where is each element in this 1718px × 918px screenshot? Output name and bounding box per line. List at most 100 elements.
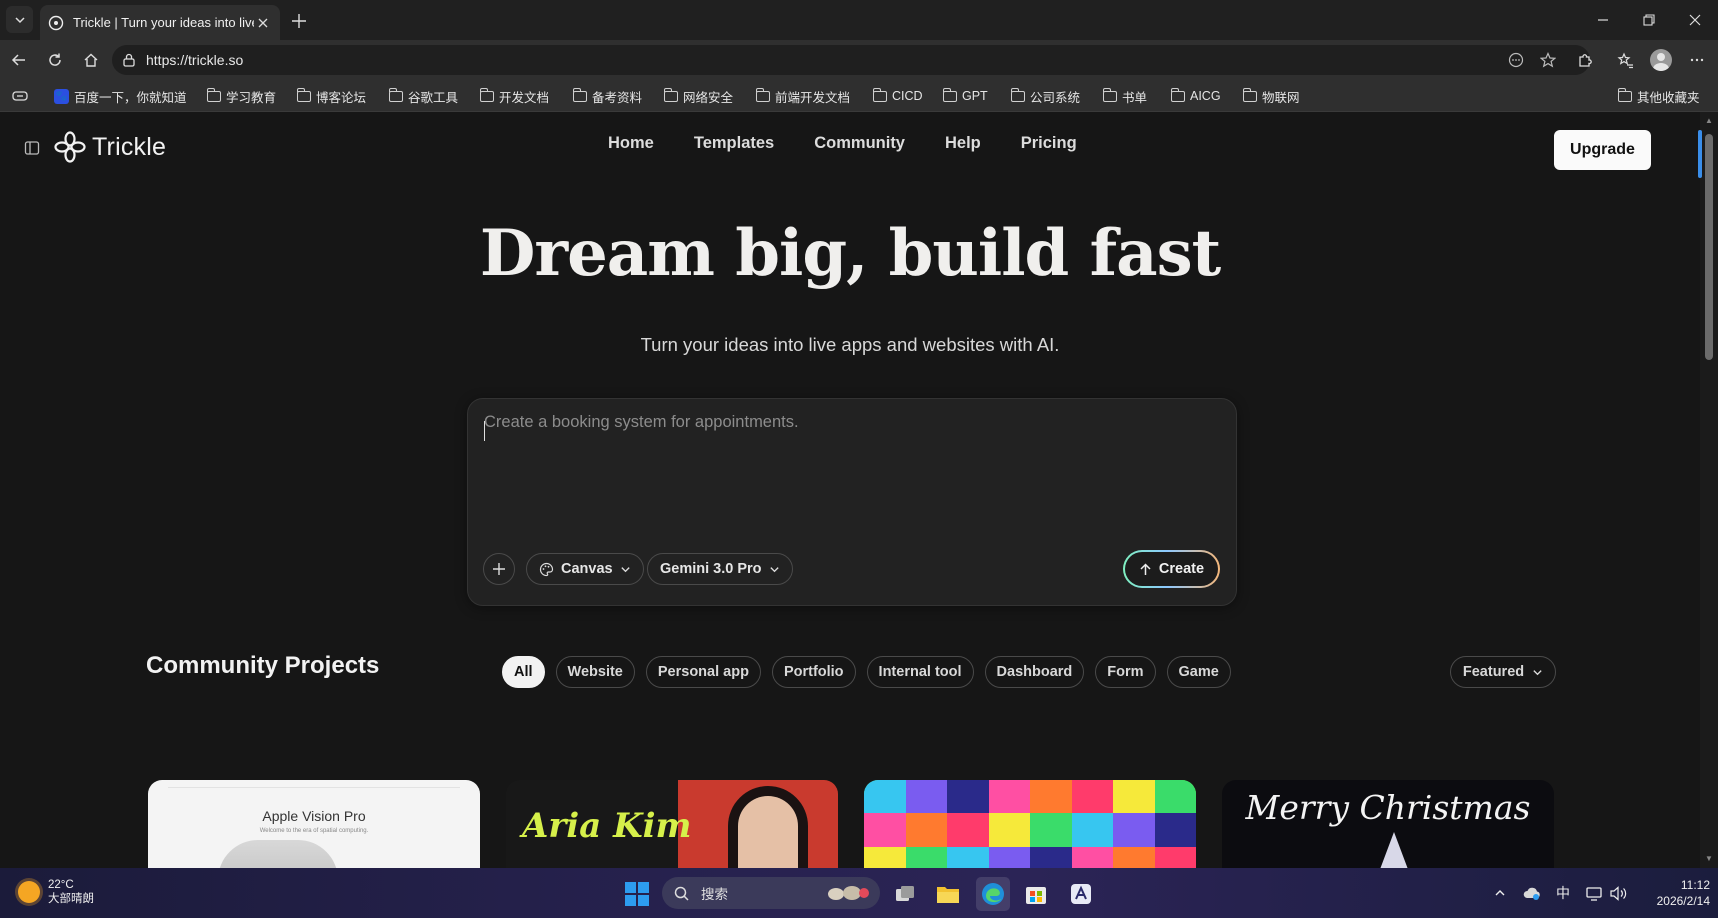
upgrade-button[interactable]: Upgrade	[1554, 130, 1651, 170]
edge-browser-button[interactable]	[976, 877, 1010, 911]
bookmark-item[interactable]: 前端开发文档	[755, 87, 850, 105]
filter-chip-personal-app[interactable]: Personal app	[645, 656, 761, 688]
bookmark-item[interactable]: 开发文档	[479, 87, 549, 105]
sort-dropdown[interactable]: Featured	[1450, 656, 1556, 688]
prompt-input[interactable]	[484, 413, 1214, 523]
star-icon	[1540, 52, 1556, 68]
weather-widget[interactable]: 22°C 大部晴朗	[18, 878, 94, 906]
filter-chip-all[interactable]: All	[502, 656, 545, 688]
task-view-button[interactable]	[888, 877, 922, 911]
bookmarks-sidebar-icon[interactable]	[12, 87, 28, 105]
prompt-box: Canvas Gemini 3.0 Pro Create	[467, 398, 1237, 606]
url-text: https://trickle.so	[146, 52, 244, 68]
other-bookmarks[interactable]: 其他收藏夹	[1617, 87, 1700, 105]
project-card-aria-kim[interactable]: Aria Kim	[506, 780, 838, 868]
favorites-list-icon	[1616, 51, 1633, 68]
ime-indicator[interactable]: 中	[1552, 868, 1574, 918]
folder-icon	[1010, 87, 1025, 102]
project-card-christmas[interactable]: Merry Christmas	[1222, 780, 1554, 868]
page-scrollbar[interactable]: ▲ ▼	[1700, 112, 1718, 868]
bookmark-item[interactable]: 书单	[1102, 87, 1147, 105]
trickle-logo-icon	[54, 131, 86, 163]
bookmark-item[interactable]: 网络安全	[663, 87, 733, 105]
nav-templates[interactable]: Templates	[694, 134, 774, 153]
filter-chip-form[interactable]: Form	[1095, 656, 1156, 688]
puzzle-icon	[1578, 53, 1592, 67]
start-button[interactable]	[620, 877, 654, 911]
chevron-down-icon	[769, 566, 779, 572]
create-button[interactable]: Create	[1123, 550, 1220, 588]
community-title: Community Projects	[146, 652, 380, 679]
reload-button[interactable]	[41, 46, 69, 74]
site-info-icon[interactable]	[122, 53, 136, 67]
pixel-tile	[947, 846, 989, 868]
taskbar-search[interactable]: 搜索	[662, 877, 880, 909]
minimize-button[interactable]	[1580, 0, 1626, 40]
pixel-tile	[905, 780, 947, 814]
nav-community[interactable]: Community	[814, 134, 905, 153]
tab-close-icon[interactable]	[254, 14, 272, 32]
tab-list-button[interactable]	[6, 6, 33, 33]
bookmark-item[interactable]: 🐾 百度一下，你就知道	[54, 87, 187, 105]
read-aloud-button[interactable]	[1502, 45, 1530, 75]
filter-chip-portfolio[interactable]: Portfolio	[771, 656, 856, 688]
pixel-tile	[1071, 780, 1113, 814]
attach-button[interactable]	[483, 553, 515, 585]
new-tab-button[interactable]	[286, 8, 312, 34]
bookmark-item[interactable]: GPT	[942, 87, 988, 105]
filter-chip-game[interactable]: Game	[1166, 656, 1231, 688]
pixel-tile	[988, 780, 1030, 814]
bookmark-label: 备考资料	[592, 90, 643, 105]
address-bar[interactable]: https://trickle.so	[112, 45, 1590, 75]
extensions-button[interactable]	[1571, 46, 1599, 74]
microsoft-store-button[interactable]	[1019, 877, 1053, 911]
folder-icon	[388, 87, 403, 102]
scroll-down-arrow-icon[interactable]: ▼	[1704, 854, 1714, 864]
nav-help[interactable]: Help	[945, 134, 981, 153]
restore-button[interactable]	[1626, 0, 1672, 40]
bookmark-item[interactable]: 谷歌工具	[388, 87, 458, 105]
profile-button[interactable]	[1647, 46, 1675, 74]
home-button[interactable]	[77, 46, 105, 74]
pixel-tile	[905, 846, 947, 868]
browser-tab-active[interactable]: Trickle | Turn your ideas into live ap	[40, 5, 280, 40]
bookmark-item[interactable]: 学习教育	[206, 87, 277, 105]
network-button[interactable]	[1582, 868, 1606, 918]
bookmark-item[interactable]: 公司系统	[1010, 87, 1080, 105]
nav-pricing[interactable]: Pricing	[1021, 134, 1077, 153]
project-card-apple-vision[interactable]: Apple Vision Pro Welcome to the era of s…	[148, 780, 480, 868]
file-explorer-button[interactable]	[931, 877, 965, 911]
bookmark-item[interactable]: 备考资料	[572, 87, 643, 105]
nav-home[interactable]: Home	[608, 134, 654, 153]
cloud-icon	[1523, 887, 1540, 900]
bookmark-item[interactable]: 物联网	[1242, 87, 1300, 105]
scroll-thumb[interactable]	[1705, 134, 1713, 360]
settings-more-button[interactable]	[1683, 46, 1711, 74]
close-window-button[interactable]	[1672, 0, 1718, 40]
filter-chip-internal-tool[interactable]: Internal tool	[866, 656, 974, 688]
project-card-pixel-grid[interactable]	[864, 780, 1196, 868]
sidebar-toggle-button[interactable]	[22, 138, 42, 158]
tree-image	[1376, 832, 1412, 868]
folder-icon	[755, 87, 770, 102]
scroll-up-arrow-icon[interactable]: ▲	[1704, 116, 1714, 126]
trickle-logo[interactable]: Trickle	[54, 124, 166, 170]
mode-dropdown[interactable]: Canvas	[526, 553, 644, 585]
favorite-star-button[interactable]	[1534, 45, 1562, 75]
arrow-up-icon	[1140, 562, 1151, 575]
bookmark-label: 物联网	[1262, 90, 1300, 105]
filter-chip-website[interactable]: Website	[555, 656, 635, 688]
app-button[interactable]	[1064, 877, 1098, 911]
onedrive-button[interactable]	[1520, 868, 1544, 918]
bookmark-item[interactable]: 博客论坛	[296, 87, 366, 105]
bookmark-label: 学习教育	[226, 90, 277, 105]
favorites-button[interactable]	[1611, 46, 1639, 74]
tray-overflow-button[interactable]	[1488, 868, 1512, 918]
bookmark-item[interactable]: AICG	[1170, 87, 1221, 105]
filter-chip-dashboard[interactable]: Dashboard	[984, 656, 1085, 688]
system-clock[interactable]: 11:12 2026/2/14	[1620, 877, 1710, 909]
back-button[interactable]	[5, 46, 33, 74]
folder-icon	[663, 87, 678, 102]
bookmark-item[interactable]: CICD	[872, 87, 923, 105]
model-dropdown[interactable]: Gemini 3.0 Pro	[647, 553, 793, 585]
